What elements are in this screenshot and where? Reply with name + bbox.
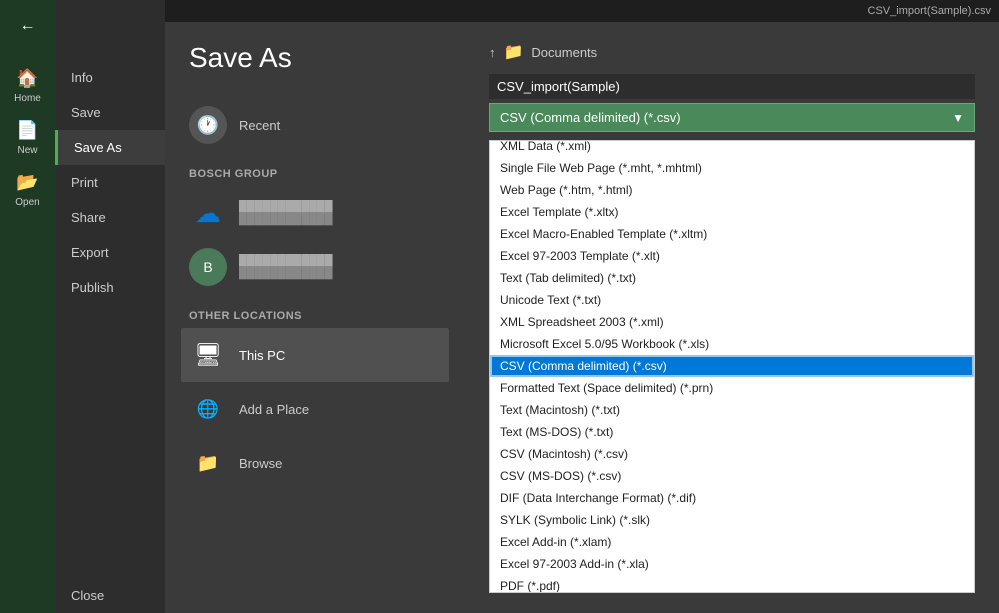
browse-label: Browse [239, 456, 282, 471]
chevron-down-icon: ▼ [952, 111, 964, 125]
main-content: CSV_import(Sample).csv Save As 🕐 Recent … [165, 0, 999, 613]
format-option-15[interactable]: Microsoft Excel 5.0/95 Workbook (*.xls) [490, 333, 974, 355]
recent-item[interactable]: 🕐 Recent [189, 98, 441, 152]
title-bar: CSV_import(Sample).csv [165, 0, 999, 22]
recent-label: Recent [239, 118, 280, 133]
format-dropdown-list[interactable]: CSV (Comma delimited) (*.csv)Excel Workb… [489, 140, 975, 593]
onedrive-info: ████████████ ████████████ [239, 201, 333, 225]
format-option-26[interactable]: PDF (*.pdf) [490, 575, 974, 593]
sites-item[interactable]: B ████████████ ████████████ [189, 240, 441, 294]
left-panel: Save As 🕐 Recent Bosch Group ☁ █████████… [165, 22, 465, 613]
new-label: New [17, 145, 37, 156]
menu-item-info[interactable]: Info [55, 60, 165, 95]
menu-item-save[interactable]: Save [55, 95, 165, 130]
format-option-7[interactable]: Single File Web Page (*.mht, *.mhtml) [490, 157, 974, 179]
menu-item-close[interactable]: Close [55, 578, 165, 613]
folder-icon: 📁 [504, 42, 524, 62]
cloud-icon: ☁ [189, 194, 227, 232]
breadcrumb: ↑ 📁 Documents [489, 42, 975, 62]
add-place-label: Add a Place [239, 402, 309, 417]
right-panel: ↑ 📁 Documents CSV (Comma delimited) (*.c… [465, 22, 999, 613]
onedrive-sublabel: ████████████ [239, 213, 333, 225]
filename-input[interactable] [489, 74, 975, 99]
content-body: Save As 🕐 Recent Bosch Group ☁ █████████… [165, 22, 999, 613]
format-option-24[interactable]: Excel Add-in (*.xlam) [490, 531, 974, 553]
recent-icon: 🕐 [189, 106, 227, 144]
sites-avatar: B [189, 248, 227, 286]
menu-item-publish[interactable]: Publish [55, 270, 165, 305]
this-pc-label: This PC [239, 348, 285, 363]
bosch-group-header: Bosch Group [189, 168, 441, 180]
onedrive-label: ████████████ [239, 201, 333, 213]
new-icon: 📄 [16, 120, 38, 141]
menu-item-share[interactable]: Share [55, 200, 165, 235]
format-option-10[interactable]: Excel Macro-Enabled Template (*.xltm) [490, 223, 974, 245]
breadcrumb-up-icon[interactable]: ↑ [489, 45, 496, 60]
filetype-select[interactable]: CSV (Comma delimited) (*.csv) ▼ [489, 103, 975, 132]
sidebar-item-home[interactable]: 🏠 Home [0, 60, 55, 112]
open-label: Open [15, 197, 39, 208]
filetype-selected-label: CSV (Comma delimited) (*.csv) [500, 110, 681, 125]
home-label: Home [14, 93, 41, 104]
sidebar-item-open[interactable]: 📂 Open [0, 164, 55, 216]
menu-item-save-as[interactable]: Save As [55, 130, 165, 165]
format-option-16[interactable]: CSV (Comma delimited) (*.csv) [490, 355, 974, 377]
sites-sublabel: ████████████ [239, 267, 333, 279]
menu-item-print[interactable]: Print [55, 165, 165, 200]
window-title: CSV_import(Sample).csv [868, 5, 991, 17]
sidebar-narrow: ← 🏠 Home 📄 New 📂 Open [0, 0, 55, 613]
sidebar-item-new[interactable]: 📄 New [0, 112, 55, 164]
back-button[interactable]: ← [10, 8, 46, 44]
sites-info: ████████████ ████████████ [239, 255, 333, 279]
format-option-11[interactable]: Excel 97-2003 Template (*.xlt) [490, 245, 974, 267]
home-icon: 🏠 [16, 68, 38, 89]
format-option-6[interactable]: XML Data (*.xml) [490, 140, 974, 157]
format-option-14[interactable]: XML Spreadsheet 2003 (*.xml) [490, 311, 974, 333]
format-option-9[interactable]: Excel Template (*.xltx) [490, 201, 974, 223]
format-option-19[interactable]: Text (MS-DOS) (*.txt) [490, 421, 974, 443]
format-option-25[interactable]: Excel 97-2003 Add-in (*.xla) [490, 553, 974, 575]
format-option-13[interactable]: Unicode Text (*.txt) [490, 289, 974, 311]
this-pc-item[interactable]: 🖥 This PC [181, 328, 449, 382]
sidebar-menu: Info Save Save As Print Share Export Pub… [55, 0, 165, 613]
format-option-20[interactable]: CSV (Macintosh) (*.csv) [490, 443, 974, 465]
filetype-row: CSV (Comma delimited) (*.csv) ▼ [489, 103, 975, 132]
this-pc-icon: 🖥 [189, 336, 227, 374]
browse-item[interactable]: 📁 Browse [189, 436, 441, 490]
other-locations-header: Other locations [189, 310, 441, 322]
format-option-8[interactable]: Web Page (*.htm, *.html) [490, 179, 974, 201]
format-option-12[interactable]: Text (Tab delimited) (*.txt) [490, 267, 974, 289]
browse-icon: 📁 [189, 444, 227, 482]
add-place-icon: 🌐 [189, 390, 227, 428]
menu-item-export[interactable]: Export [55, 235, 165, 270]
format-option-23[interactable]: SYLK (Symbolic Link) (*.slk) [490, 509, 974, 531]
format-option-17[interactable]: Formatted Text (Space delimited) (*.prn) [490, 377, 974, 399]
add-place-item[interactable]: 🌐 Add a Place [189, 382, 441, 436]
breadcrumb-text: Documents [531, 45, 597, 60]
onedrive-item[interactable]: ☁ ████████████ ████████████ [189, 186, 441, 240]
open-icon: 📂 [16, 172, 38, 193]
page-title: Save As [189, 42, 441, 74]
format-option-21[interactable]: CSV (MS-DOS) (*.csv) [490, 465, 974, 487]
format-option-18[interactable]: Text (Macintosh) (*.txt) [490, 399, 974, 421]
format-option-22[interactable]: DIF (Data Interchange Format) (*.dif) [490, 487, 974, 509]
sites-label: ████████████ [239, 255, 333, 267]
